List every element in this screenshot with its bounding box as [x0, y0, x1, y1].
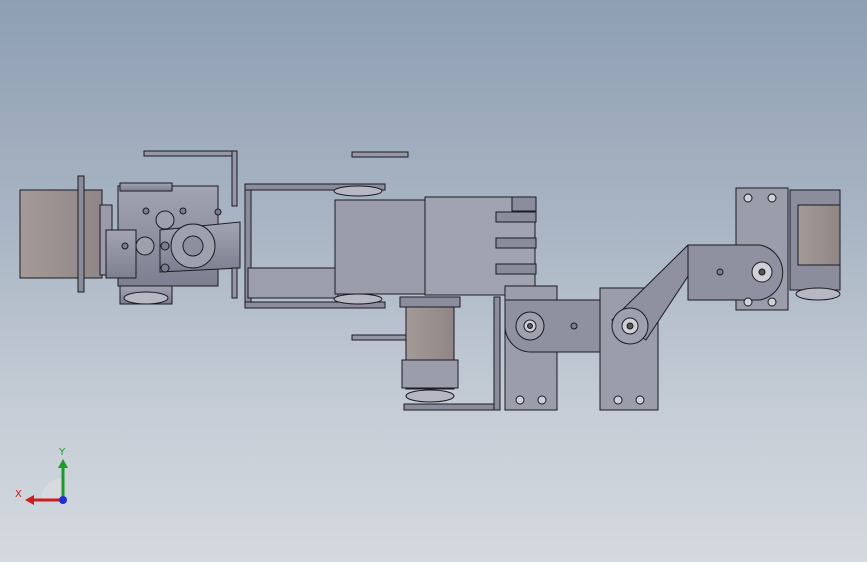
wrist-servo-1[interactable]	[504, 285, 601, 411]
x-axis-arrow	[25, 495, 34, 505]
base-motor[interactable]	[19, 175, 113, 293]
coordinate-triad: Y X	[15, 447, 68, 505]
wrist-servo-2[interactable]	[599, 244, 701, 411]
lower-servo[interactable]	[351, 296, 501, 411]
top-plate[interactable]	[351, 151, 409, 158]
y-axis-label: Y	[58, 447, 66, 458]
y-axis-arrow	[58, 459, 68, 468]
z-axis-dot	[59, 496, 67, 504]
robot-arm-assembly[interactable]: Y X	[0, 0, 867, 562]
x-axis-label: X	[15, 489, 22, 500]
base-servo-bracket[interactable]	[105, 182, 241, 305]
cad-viewport[interactable]: Y X	[0, 0, 867, 562]
upper-arm-frame[interactable]	[244, 183, 536, 309]
triad-plane	[41, 478, 63, 500]
end-effector-servo[interactable]	[687, 187, 841, 311]
